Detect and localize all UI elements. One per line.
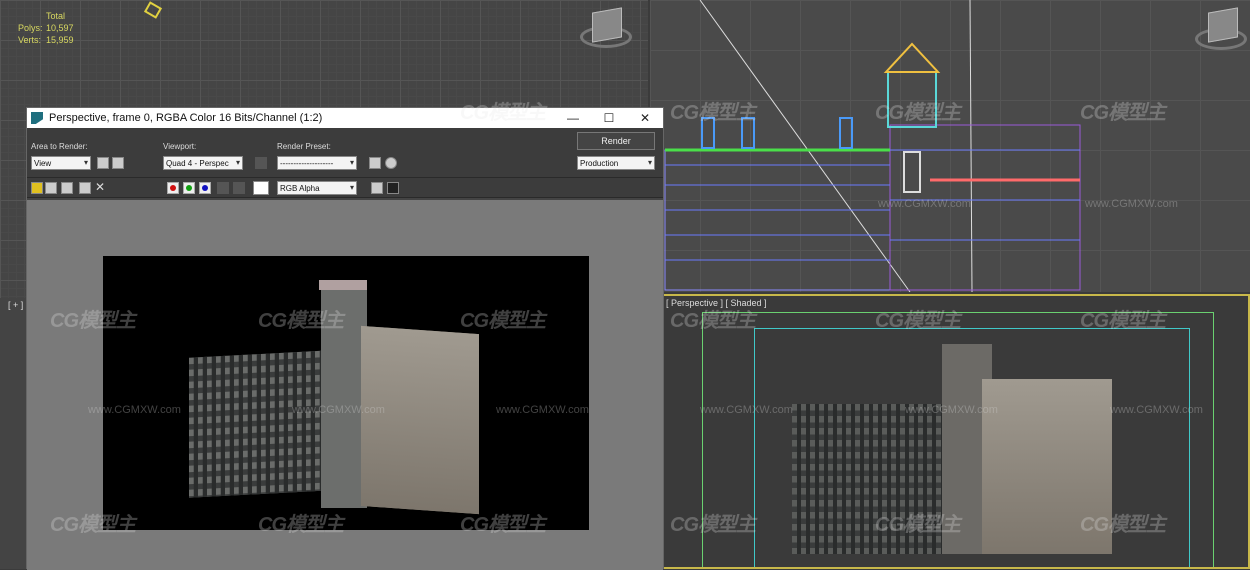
watermark-url: www.CGMXW.com [1085,198,1178,210]
viewport-dropdown[interactable]: Quad 4 - Perspec ▾ [163,156,243,170]
render-setup-icon[interactable] [369,157,381,169]
area-to-render-label: Area to Render: [31,142,88,151]
red-channel-dot [170,185,176,191]
print-icon[interactable] [79,182,91,194]
polys-value: 10,597 [46,23,74,33]
alpha-toggle-icon[interactable] [217,182,229,194]
minimize-button[interactable]: — [555,108,591,128]
render-frame-window[interactable]: Perspective, frame 0, RGBA Color 16 Bits… [26,107,664,570]
viewport-label: Viewport: [163,142,197,151]
green-channel-dot [186,185,192,191]
render-button[interactable]: Render [577,132,655,150]
viewcube-icon[interactable] [592,7,622,43]
watermark-logo: CG模型主 [50,514,136,536]
watermark-url: www.CGMXW.com [88,404,181,416]
watermark-logo: CG模型主 [50,310,136,332]
clear-icon[interactable]: ✕ [95,180,105,194]
watermark-logo: CG模型主 [258,514,344,536]
polys-label: Polys: [18,23,43,33]
toggle-ui-overlay-icon[interactable] [371,182,383,194]
viewcube-icon[interactable] [1208,7,1238,43]
edit-region-icon[interactable] [97,157,109,169]
watermark-logo: CG模型主 [670,102,756,124]
copy-image-icon[interactable] [45,182,57,194]
green-channel-toggle[interactable] [183,182,195,194]
watermark-logo: CG模型主 [460,514,546,536]
clone-frame-icon[interactable] [61,182,73,194]
watermark-logo: CG模型主 [670,310,756,332]
render-window-titlebar[interactable]: Perspective, frame 0, RGBA Color 16 Bits… [27,108,663,128]
background-color-swatch[interactable] [253,181,269,195]
watermark-logo: CG模型主 [1080,102,1166,124]
render-toolbar-channels: ✕ RGB Alpha ▾ [27,178,663,198]
verts-label: Verts: [18,35,42,45]
red-channel-toggle[interactable] [167,182,179,194]
watermark-logo: CG模型主 [1080,310,1166,332]
watermark-logo: CG模型主 [670,514,756,536]
watermark-url: www.CGMXW.com [496,404,589,416]
render-toolbar-main: Area to Render: View ▾ Viewport: Quad 4 -… [27,128,663,178]
auto-region-icon[interactable] [112,157,124,169]
stats-title: Total [46,11,66,21]
environment-icon[interactable] [385,157,397,169]
watermark-logo: CG模型主 [875,102,961,124]
watermark-url: www.CGMXW.com [905,404,998,416]
blue-channel-dot [202,185,208,191]
blue-channel-toggle[interactable] [199,182,211,194]
monochrome-icon[interactable] [233,182,245,194]
watermark-url: www.CGMXW.com [700,404,793,416]
lock-icon[interactable] [255,157,267,169]
rendered-image [103,256,589,530]
stats-overlay: Total Polys: 10,597 Verts: 15,959 [18,10,74,46]
watermark-url: www.CGMXW.com [292,404,385,416]
watermark-logo: CG模型主 [875,310,961,332]
watermark-logo: CG模型主 [460,310,546,332]
display-channel-dropdown[interactable]: RGB Alpha ▾ [277,181,357,195]
viewport-corner-label[interactable]: [ + ] [8,300,23,310]
toggle-ui-icon[interactable] [387,182,399,194]
area-to-render-dropdown[interactable]: View ▾ [31,156,91,170]
render-preset-dropdown[interactable]: -------------------- ▾ [277,156,357,170]
production-dropdown[interactable]: Production ▾ [577,156,655,170]
render-preset-label: Render Preset: [277,142,331,151]
maximize-button[interactable]: ☐ [591,108,627,128]
3dsmax-app-icon [31,112,43,124]
watermark-logo: CG模型主 [875,514,961,536]
verts-value: 15,959 [46,35,74,45]
close-button[interactable]: ✕ [627,108,663,128]
watermark-logo: CG模型主 [258,310,344,332]
watermark-url: www.CGMXW.com [1110,404,1203,416]
watermark-url: www.CGMXW.com [878,198,971,210]
watermark-logo: CG模型主 [1080,514,1166,536]
save-image-icon[interactable] [31,182,43,194]
wireframe-building [664,0,1081,292]
viewport-top-right[interactable] [650,0,1250,292]
watermark-logo: CG模型主 [460,102,546,124]
